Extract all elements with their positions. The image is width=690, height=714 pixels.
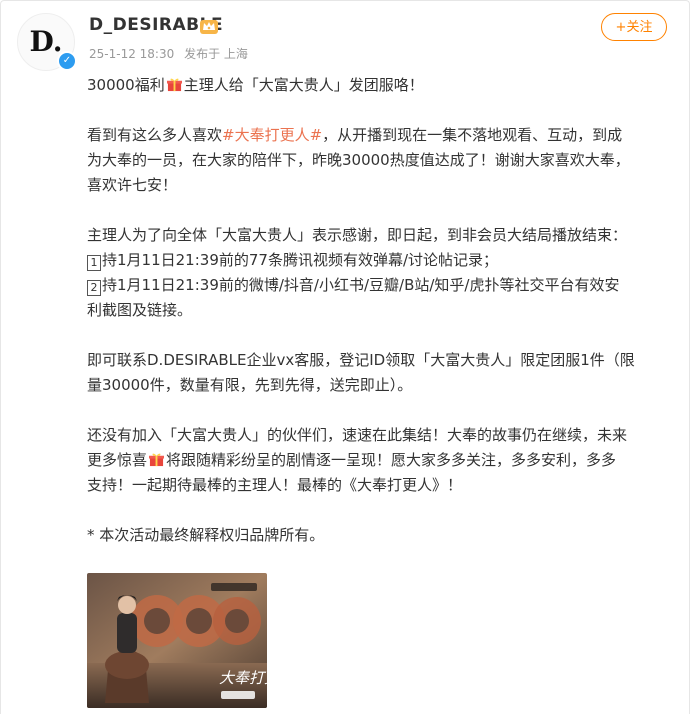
paragraph-4: 即可联系D.DESIRABLE企业vx客服，登记ID领取「大富大贵人」限定团服1… bbox=[87, 351, 635, 394]
number-1-icon: 1 bbox=[87, 255, 101, 271]
image-overlay-text: 大奉打更 bbox=[219, 669, 267, 687]
follow-button[interactable]: +关注 bbox=[601, 13, 667, 41]
hashtag-link[interactable]: #大奉打更人# bbox=[222, 126, 322, 144]
list-item: 1 持1月11日21:39前的77条腾讯视频有效弹幕/讨论帖记录； bbox=[87, 248, 673, 273]
paragraph-1: 30000福利 主理人给「大富大贵人」发团服咯！ bbox=[87, 76, 424, 94]
verified-icon: ✓ bbox=[57, 51, 77, 71]
post-time[interactable]: 25-1-12 18:30 bbox=[89, 47, 174, 61]
paragraph-3: 主理人为了向全体「大富大贵人」表示感谢，即日起，到非会员大结局播放结束： 1 持1… bbox=[87, 223, 673, 323]
paragraph-2: 看到有这么多人喜欢#大奉打更人#，从开播到现在一集不落地观看、互动，到成 为大奉… bbox=[87, 126, 630, 194]
gift-icon bbox=[166, 78, 182, 92]
post-image-art: 大奉打更 bbox=[87, 573, 267, 708]
post-image[interactable]: 大奉打更 bbox=[87, 573, 267, 708]
post-meta: 25-1-12 18:30 发布于 上海 bbox=[89, 45, 254, 62]
crown-icon bbox=[200, 20, 218, 34]
list-item: 2 持1月11日21:39前的微博/抖音/小红书/豆瓣/B站/知乎/虎扑等社交平台… bbox=[87, 273, 673, 298]
post-source: 发布于 上海 bbox=[184, 47, 248, 61]
number-2-icon: 2 bbox=[87, 280, 101, 296]
weibo-post-card: D. ✓ D_DESIRABLE 25-1-12 18:30 发布于 上海 +关… bbox=[0, 0, 690, 714]
post-content: 30000福利 主理人给「大富大贵人」发团服咯！ 看到有这么多人喜欢#大奉打更人#… bbox=[87, 73, 673, 573]
paragraph-5: 还没有加入「大富大贵人」的伙伴们，速速在此集结！大奉的故事仍在继续，未来 更多惊… bbox=[87, 426, 628, 494]
gift-icon bbox=[149, 453, 165, 467]
disclaimer-note: * 本次活动最终解释权归品牌所有。 bbox=[87, 526, 325, 544]
